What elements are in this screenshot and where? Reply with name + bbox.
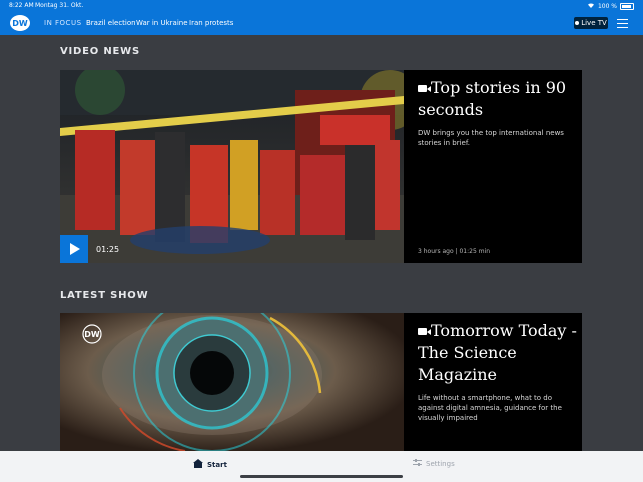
top-navigation: DW IN FOCUS Brazil election War in Ukrai… bbox=[0, 12, 643, 35]
live-dot-icon bbox=[575, 21, 580, 25]
show-watermark-text: DW bbox=[84, 330, 100, 339]
home-indicator bbox=[240, 475, 403, 478]
video-meta: 3 hours ago | 01:25 min bbox=[418, 248, 491, 255]
battery-label: 100 % bbox=[597, 2, 617, 10]
live-tv-button[interactable]: Live TV bbox=[574, 17, 608, 29]
video-card[interactable]: 01:25 Top stories in 90 seconds DW bring… bbox=[60, 70, 582, 263]
hamburger-menu-icon[interactable] bbox=[617, 19, 628, 28]
bottom-tab-bar: Start Settings bbox=[0, 451, 643, 482]
video-summary: DW brings you the top international news… bbox=[418, 129, 564, 147]
status-right: 100 % bbox=[587, 2, 634, 10]
topic-brazil-election[interactable]: Brazil election bbox=[86, 19, 136, 27]
show-summary: Life without a smartphone, what to do ag… bbox=[418, 394, 562, 422]
video-card-text: Top stories in 90 seconds DW brings you … bbox=[418, 77, 578, 148]
video-camera-icon bbox=[418, 85, 431, 92]
tab-start[interactable]: Start bbox=[193, 459, 227, 470]
play-icon bbox=[70, 243, 80, 255]
show-headline: Tomorrow Today - The Science Magazine bbox=[418, 321, 577, 384]
video-duration: 01:25 bbox=[96, 245, 120, 254]
video-news-title: VIDEO NEWS bbox=[60, 46, 141, 57]
tab-start-label: Start bbox=[207, 460, 227, 469]
topic-war-in-ukraine[interactable]: War in Ukraine bbox=[136, 19, 188, 27]
battery-icon bbox=[620, 2, 634, 10]
video-thumbnail[interactable] bbox=[60, 70, 404, 263]
video-headline: Top stories in 90 seconds bbox=[418, 78, 567, 119]
tab-settings[interactable]: Settings bbox=[413, 459, 455, 469]
video-headline-block[interactable]: Top stories in 90 seconds bbox=[418, 77, 578, 121]
home-icon bbox=[193, 459, 203, 470]
sliders-icon bbox=[413, 459, 422, 469]
status-date: Montag 31. Okt. bbox=[35, 2, 84, 9]
live-tv-label: Live TV bbox=[581, 19, 607, 27]
dw-logo[interactable]: DW bbox=[10, 15, 30, 31]
topic-iran-protests[interactable]: Iran protests bbox=[189, 19, 233, 27]
in-focus-label: IN FOCUS bbox=[44, 19, 82, 27]
status-bar: 8:22 AM Montag 31. Okt. 100 % bbox=[0, 0, 643, 12]
latest-show-title: LATEST SHOW bbox=[60, 290, 149, 301]
wifi-icon bbox=[587, 2, 595, 10]
show-card-text: Tomorrow Today - The Science Magazine Li… bbox=[418, 320, 578, 423]
tab-settings-label: Settings bbox=[426, 460, 455, 468]
play-button[interactable] bbox=[60, 235, 88, 263]
status-time: 8:22 AM bbox=[9, 2, 34, 9]
show-headline-block[interactable]: Tomorrow Today - The Science Magazine bbox=[418, 320, 578, 386]
show-thumbnail[interactable]: DW bbox=[60, 313, 404, 451]
video-camera-icon bbox=[418, 328, 431, 335]
show-card[interactable]: DW Tomorrow Today - The Science Magazine… bbox=[60, 313, 582, 451]
